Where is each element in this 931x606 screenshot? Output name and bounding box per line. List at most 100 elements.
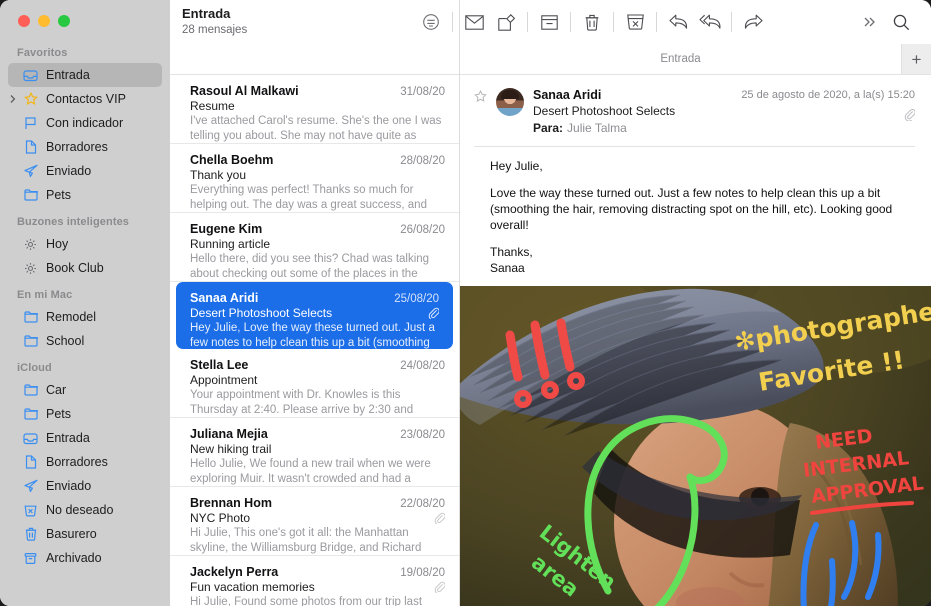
- draft-icon: [22, 454, 39, 470]
- photo-canvas[interactable]: Lighten area ✻photographer's Favorite !!…: [460, 286, 931, 606]
- table-row[interactable]: Rasoul Al Malkawi 31/08/20 Resume I've a…: [170, 75, 459, 144]
- sidebar-item-archivado[interactable]: Archivado: [8, 546, 162, 570]
- delete-icon[interactable]: [576, 8, 608, 36]
- folder-icon: [22, 309, 39, 325]
- table-row-selected[interactable]: Sanaa Aridi 25/08/20 Desert Photoshoot S…: [176, 282, 453, 349]
- sidebar-item-label: Hoy: [46, 237, 69, 251]
- toolbar-separator: [570, 12, 571, 32]
- body-paragraph: Hey Julie,: [490, 159, 543, 173]
- sidebar-item-enviado-icloud[interactable]: Enviado: [8, 474, 162, 498]
- add-tab-button[interactable]: +: [901, 44, 931, 74]
- message-date: 23/08/20: [400, 429, 445, 441]
- message-subject: Thank you: [190, 168, 247, 182]
- message-sender: Chella Boehm: [190, 153, 274, 167]
- sidebar-item-label: Borradores: [46, 455, 108, 469]
- minimize-button[interactable]: [38, 15, 50, 27]
- table-row[interactable]: Stella Lee 24/08/20 Appointment Your app…: [170, 349, 459, 418]
- message-date: 19/08/20: [400, 567, 445, 579]
- detail-recipient-row: Para: Julie Talma: [533, 120, 733, 137]
- message-sender: Jackelyn Perra: [190, 565, 279, 579]
- sidebar-item-borradores-icloud[interactable]: Borradores: [8, 450, 162, 474]
- reply-all-icon[interactable]: [694, 8, 726, 36]
- message-date: 31/08/20: [400, 86, 445, 98]
- message-snippet: Hello Julie, We found a new trail when w…: [190, 458, 431, 485]
- message-subject: Desert Photoshoot Selects: [190, 306, 333, 320]
- junk-icon: [22, 502, 39, 518]
- sidebar-item-label: Contactos VIP: [46, 92, 126, 106]
- compose-icon[interactable]: [490, 8, 522, 36]
- sidebar: Favoritos Entrada Contactos VIP Con indi…: [0, 0, 170, 606]
- overflow-icon[interactable]: [853, 8, 885, 36]
- sidebar-section-title: Buzones inteligentes: [17, 216, 130, 228]
- sidebar-item-label: Remodel: [46, 310, 97, 324]
- close-button[interactable]: [18, 15, 30, 27]
- filter-icon[interactable]: [415, 8, 447, 36]
- sidebar-item-label: Book Club: [46, 261, 104, 275]
- folder-icon: [22, 382, 39, 398]
- message-date: 28/08/20: [400, 155, 445, 167]
- message-snippet: I've attached Carol's resume. She's the …: [190, 115, 442, 142]
- table-row[interactable]: Juliana Mejia 23/08/20 New hiking trail …: [170, 418, 459, 487]
- sent-icon: [22, 478, 39, 494]
- sidebar-item-label: Entrada: [46, 431, 90, 445]
- photo-attachment[interactable]: Lighten area ✻photographer's Favorite !!…: [460, 286, 931, 606]
- table-row[interactable]: Eugene Kim 26/08/20 Running article Hell…: [170, 213, 459, 282]
- sidebar-item-school[interactable]: School: [8, 329, 162, 353]
- list-subbar: [170, 44, 459, 75]
- message-subject: New hiking trail: [190, 442, 272, 456]
- message-sender: Juliana Mejia: [190, 427, 268, 441]
- inbox-icon: [22, 430, 39, 446]
- sidebar-item-pets-fav[interactable]: Pets: [8, 183, 162, 207]
- junk-icon[interactable]: [619, 8, 651, 36]
- body-paragraph: Love the way these turned out. Just a fe…: [490, 186, 893, 232]
- zoom-button[interactable]: [58, 15, 70, 27]
- archive-icon: [22, 550, 39, 566]
- sidebar-item-entrada-icloud[interactable]: Entrada: [8, 426, 162, 450]
- message-snippet: Hey Julie, Love the way these turned out…: [190, 322, 435, 349]
- sidebar-item-car[interactable]: Car: [8, 378, 162, 402]
- message-list[interactable]: Rasoul Al Malkawi 31/08/20 Resume I've a…: [170, 75, 459, 606]
- table-row[interactable]: Chella Boehm 28/08/20 Thank you Everythi…: [170, 144, 459, 213]
- flag-star-icon[interactable]: [474, 87, 490, 137]
- sidebar-item-basurero[interactable]: Basurero: [8, 522, 162, 546]
- sidebar-item-label: Borradores: [46, 140, 108, 154]
- forward-icon[interactable]: [737, 8, 769, 36]
- chevron-right-icon[interactable]: [10, 95, 19, 104]
- message-subject: Fun vacation memories: [190, 580, 315, 594]
- sidebar-item-remodel[interactable]: Remodel: [8, 305, 162, 329]
- sidebar-item-enviado[interactable]: Enviado: [8, 159, 162, 183]
- sidebar-item-borradores[interactable]: Borradores: [8, 135, 162, 159]
- reply-icon[interactable]: [662, 8, 694, 36]
- archive-icon[interactable]: [533, 8, 565, 36]
- tab-entrada[interactable]: Entrada: [460, 44, 901, 74]
- sidebar-item-label: No deseado: [46, 503, 114, 517]
- to-label: Para:: [533, 121, 564, 135]
- flag-icon: [22, 115, 39, 131]
- sidebar-item-book-club[interactable]: Book Club: [8, 256, 162, 280]
- sidebar-item-con-indicador[interactable]: Con indicador: [8, 111, 162, 135]
- paperclip-icon[interactable]: [741, 108, 915, 121]
- draft-icon: [22, 139, 39, 155]
- star-icon: [22, 91, 39, 107]
- table-row[interactable]: Brennan Hom 22/08/20 NYC Photo Hi Julie,…: [170, 487, 459, 556]
- message-subject: Appointment: [190, 373, 258, 387]
- toolbar-separator: [656, 12, 657, 32]
- sidebar-item-no-deseado[interactable]: No deseado: [8, 498, 162, 522]
- message-date: 22/08/20: [400, 498, 445, 510]
- message-snippet: Hi Julie, Found some photos from our tri…: [190, 596, 423, 606]
- mark-unread-icon[interactable]: [458, 8, 490, 36]
- table-row[interactable]: Jackelyn Perra 19/08/20 Fun vacation mem…: [170, 556, 459, 606]
- search-icon[interactable]: [885, 8, 917, 36]
- toolbar-separator: [527, 12, 528, 32]
- toolbar-separator: [613, 12, 614, 32]
- folder-icon: [22, 406, 39, 422]
- sidebar-item-contactos-vip[interactable]: Contactos VIP: [8, 87, 162, 111]
- message-detail-pane: Entrada + Sanaa Aridi Desert Photoshoot …: [423, 0, 931, 606]
- detail-date: 25 de agosto de 2020, a la(s) 15:20: [741, 89, 915, 101]
- sidebar-item-hoy[interactable]: Hoy: [8, 232, 162, 256]
- to-value[interactable]: Julie Talma: [567, 121, 627, 135]
- sidebar-item-pets-icloud[interactable]: Pets: [8, 402, 162, 426]
- sidebar-item-entrada[interactable]: Entrada: [8, 63, 162, 87]
- mail-window: Favoritos Entrada Contactos VIP Con indi…: [0, 0, 931, 606]
- message-body: Hey Julie, Love the way these turned out…: [460, 147, 931, 286]
